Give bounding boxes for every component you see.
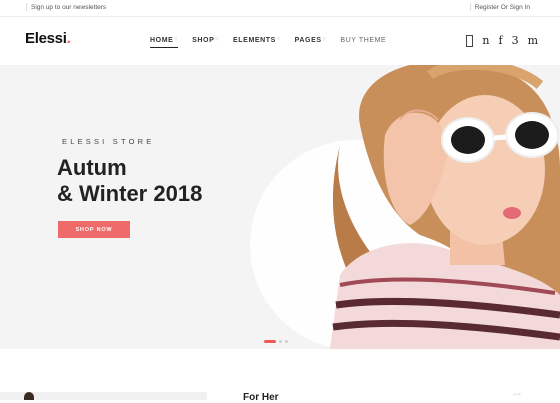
chevron-down-icon: ▽ bbox=[174, 36, 179, 41]
site-header: Elessi. HOME ▽ SHOP ▽ ELEMENTS ▽ PAGES ▽… bbox=[0, 17, 560, 63]
nav-item-home[interactable]: HOME ▽ bbox=[150, 36, 179, 48]
chevron-down-icon: ▽ bbox=[322, 36, 327, 41]
hero-model-image bbox=[330, 65, 560, 349]
banner-image-strip bbox=[0, 392, 207, 400]
header-icons: n f 3 m bbox=[466, 34, 538, 47]
hero-title-line1: Autum bbox=[57, 155, 127, 180]
main-nav: HOME ▽ SHOP ▽ ELEMENTS ▽ PAGES ▽ BUY THE… bbox=[150, 36, 400, 48]
banner-image-top bbox=[24, 392, 34, 400]
chevron-down-icon: ▽ bbox=[276, 36, 281, 41]
search-icon[interactable] bbox=[466, 34, 474, 47]
auth-link[interactable]: Register Or Sign In bbox=[469, 3, 530, 11]
nav-item-elements[interactable]: ELEMENTS ▽ bbox=[233, 36, 281, 48]
hero-kicker: ELESSI STORE bbox=[62, 137, 155, 146]
section-heading: For Her bbox=[243, 392, 279, 403]
user-icon[interactable]: n bbox=[482, 34, 489, 47]
wishlist-icon[interactable]: f bbox=[498, 34, 502, 47]
chevron-down-icon: ▽ bbox=[215, 36, 220, 41]
nav-label-shop: SHOP bbox=[192, 37, 215, 44]
slider-pagination bbox=[264, 340, 288, 343]
nav-label-elements: ELEMENTS bbox=[233, 37, 276, 44]
slider-dot-1[interactable] bbox=[264, 340, 276, 343]
nav-label-pages: PAGES bbox=[294, 37, 322, 44]
hero-title: Autum & Winter 2018 bbox=[57, 155, 202, 207]
cart-icon[interactable]: m bbox=[528, 34, 538, 47]
logo[interactable]: Elessi. bbox=[25, 30, 71, 47]
hero-title-line2: & Winter 2018 bbox=[57, 181, 203, 206]
top-bar: Sign up to our newsletters Register Or S… bbox=[0, 0, 560, 17]
quote-icon: “” bbox=[512, 393, 522, 403]
nav-item-pages[interactable]: PAGES ▽ bbox=[294, 36, 327, 48]
nav-item-buy-theme[interactable]: BUY THEME bbox=[340, 37, 386, 48]
shop-now-button[interactable]: SHOP NOW bbox=[58, 221, 130, 238]
user-icon bbox=[469, 3, 471, 11]
slider-dot-2[interactable] bbox=[279, 340, 282, 343]
hero-slider: ELESSI STORE Autum & Winter 2018 SHOP NO… bbox=[0, 65, 560, 349]
newsletter-label: Sign up to our newsletters bbox=[31, 3, 107, 11]
nav-label-buy-theme: BUY THEME bbox=[340, 37, 387, 44]
newsletter-link[interactable]: Sign up to our newsletters bbox=[26, 3, 106, 11]
slider-dot-3[interactable] bbox=[285, 340, 288, 343]
nav-label-home: HOME bbox=[150, 37, 174, 44]
compare-icon[interactable]: 3 bbox=[512, 34, 519, 47]
auth-label: Register Or Sign In bbox=[474, 3, 530, 11]
logo-text: Elessi bbox=[25, 30, 67, 47]
mail-icon bbox=[26, 3, 27, 11]
logo-dot: . bbox=[66, 30, 71, 47]
nav-item-shop[interactable]: SHOP ▽ bbox=[192, 36, 220, 48]
